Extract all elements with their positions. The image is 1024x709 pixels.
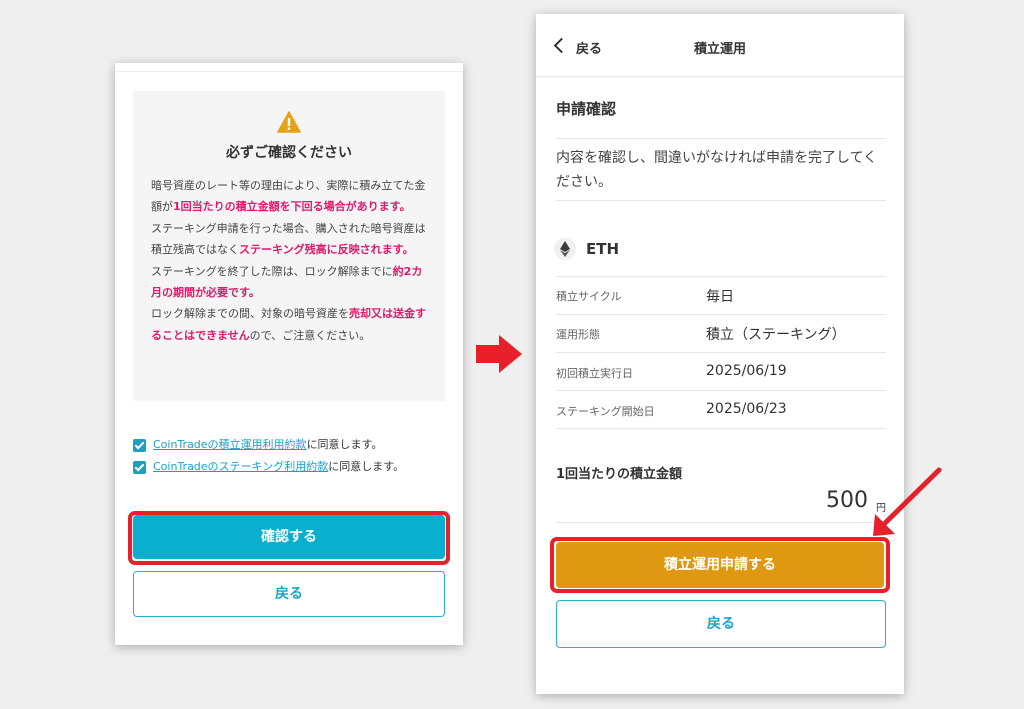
application-confirm-screen: 戻る 積立運用 申請確認 内容を確認し、間違いがなければ申請を完了してください。… [536, 14, 904, 694]
terms-link[interactable]: CoinTradeの積立運用利用約款 [153, 437, 307, 453]
terms-agreement-checkbox[interactable]: CoinTradeの積立運用利用約款 に同意します。 [133, 436, 382, 454]
detail-value: 2025/06/19 [706, 363, 787, 379]
divider [556, 390, 886, 391]
notice-paragraph: ステーキング申請を行った場合、購入された暗号資産は積立残高ではなくステーキング残… [151, 221, 426, 257]
description-text: 内容を確認し、間違いがなければ申請を完了してください。 [556, 150, 878, 190]
header: 戻る 積立運用 [536, 14, 904, 77]
divider [556, 428, 886, 429]
right-arrow-icon [476, 335, 522, 373]
detail-label: 運用形態 [556, 328, 600, 341]
staking-terms-link[interactable]: CoinTradeのステーキング利用約款 [153, 459, 328, 475]
coin-name: ETH [586, 240, 620, 258]
divider [556, 200, 886, 201]
back-button[interactable]: 戻る [133, 571, 445, 617]
back-button[interactable]: 戻る [556, 600, 886, 648]
detail-label: ステーキング開始日 [556, 405, 655, 418]
checkbox-checked-icon[interactable] [133, 460, 146, 474]
detail-value: 2025/06/23 [706, 401, 787, 417]
divider [556, 352, 886, 353]
divider [556, 276, 886, 277]
notice-title: 必ずご確認ください [226, 145, 352, 161]
notice-paragraph: ロック解除までの間、対象の暗号資産を売却又は送金することはできませんので、ご注意… [151, 307, 426, 342]
divider [556, 138, 886, 139]
staking-terms-agreement-checkbox[interactable]: CoinTradeのステーキング利用約款 に同意します。 [133, 458, 404, 476]
amount-label: 1回当たりの積立金額 [556, 467, 683, 482]
detail-value: 積立（ステーキング） [706, 327, 846, 343]
page-title: 積立運用 [693, 42, 746, 57]
detail-label: 初回積立実行日 [556, 367, 633, 380]
divider [556, 522, 886, 523]
notice-paragraph: 暗号資産のレート等の理由により、実際に積み立てた金額が1回当たりの積立金額を下回… [151, 179, 426, 214]
agree-text: に同意します。 [328, 460, 405, 473]
ethereum-icon [554, 238, 576, 260]
section-title: 申請確認 [556, 100, 617, 118]
notice-box: 必ずご確認ください 暗号資産のレート等の理由により、実際に積み立てた金額が1回当… [133, 91, 445, 401]
detail-value: 毎日 [706, 289, 734, 305]
checkbox-checked-icon[interactable] [133, 438, 146, 452]
confirm-button[interactable]: 確認する [133, 515, 445, 559]
top-divider [115, 71, 463, 72]
divider [556, 314, 886, 315]
submit-application-button[interactable]: 積立運用申請する [556, 542, 884, 588]
confirmation-screen: 必ずご確認ください 暗号資産のレート等の理由により、実際に積み立てた金額が1回当… [115, 63, 463, 645]
detail-label: 積立サイクル [556, 290, 622, 303]
agree-text: に同意します。 [306, 438, 383, 451]
notice-text: 暗号資産のレート等の理由により、実際に積み立てた金額が1回当たりの積立金額を下回… [151, 175, 433, 346]
notice-paragraph: ステーキングを終了した際は、ロック解除までに約2カ月の期間が必要です。 [151, 264, 423, 300]
annotation-arrow-icon [873, 467, 942, 536]
warning-icon [277, 111, 301, 133]
